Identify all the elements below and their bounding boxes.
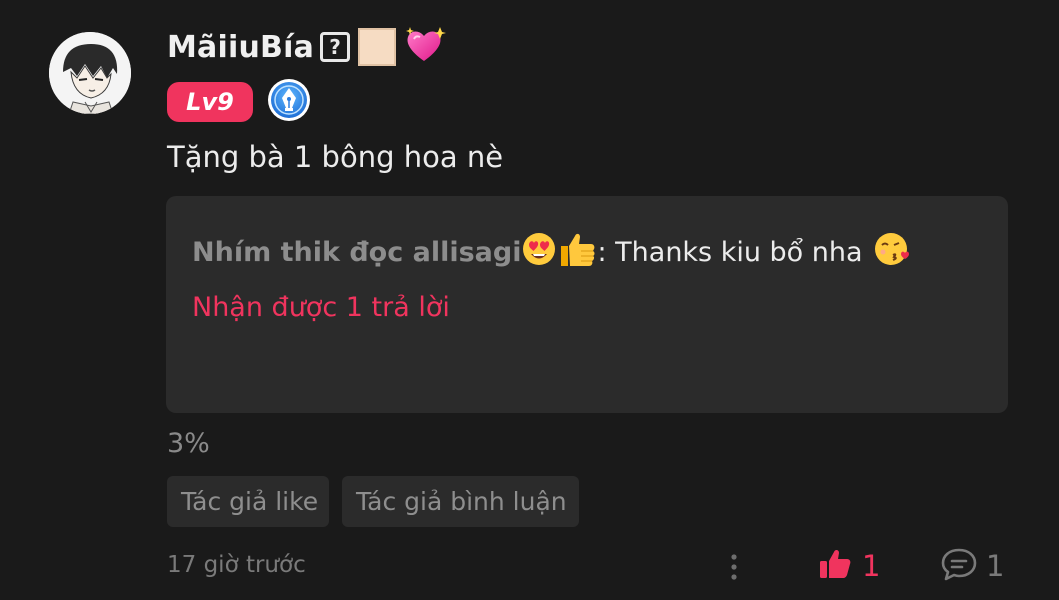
- author-liked-tag: Tác giả like: [167, 476, 329, 527]
- reply-count-link[interactable]: Nhận được 1 trả lời: [192, 292, 450, 323]
- sparkling-heart-icon: [404, 25, 447, 69]
- author-commented-tag: Tác giả bình luận: [342, 476, 579, 527]
- kissing-face-emoji: [873, 230, 911, 275]
- level-badge: Lv9: [167, 82, 253, 122]
- reply-content: : Thanks kiu bổ nha: [597, 237, 863, 268]
- skin-tone-box: [358, 28, 397, 66]
- comment-bubble-icon: [940, 546, 978, 586]
- pen-nib-badge-icon: [267, 78, 311, 126]
- heart-eyes-emoji: [521, 231, 557, 274]
- like-button[interactable]: 1: [818, 546, 880, 586]
- thumbs-up-emoji: [557, 230, 597, 275]
- progress-percent: 3%: [167, 428, 210, 459]
- reply-author[interactable]: Nhím thik đọc allisagi: [192, 237, 521, 268]
- avatar[interactable]: [49, 32, 131, 114]
- more-vertical-icon[interactable]: [724, 550, 744, 584]
- username[interactable]: MãiiuBía: [167, 30, 314, 65]
- thumbs-up-icon: [818, 548, 852, 584]
- question-box-icon: ?: [320, 32, 351, 62]
- reply-line: Nhím thik đọc allisagi : Thanks kiu bổ n…: [192, 230, 911, 275]
- reply-preview[interactable]: Nhím thik đọc allisagi : Thanks kiu bổ n…: [166, 196, 1008, 413]
- username-row: MãiiuBía ?: [167, 24, 447, 70]
- badge-row: Lv9: [167, 78, 311, 126]
- like-count: 1: [862, 549, 881, 583]
- comment-text: Tặng bà 1 bông hoa nè: [167, 140, 504, 174]
- reply-count: 1: [986, 549, 1005, 583]
- reply-button[interactable]: 1: [940, 546, 1004, 586]
- timestamp: 17 giờ trước: [167, 552, 306, 578]
